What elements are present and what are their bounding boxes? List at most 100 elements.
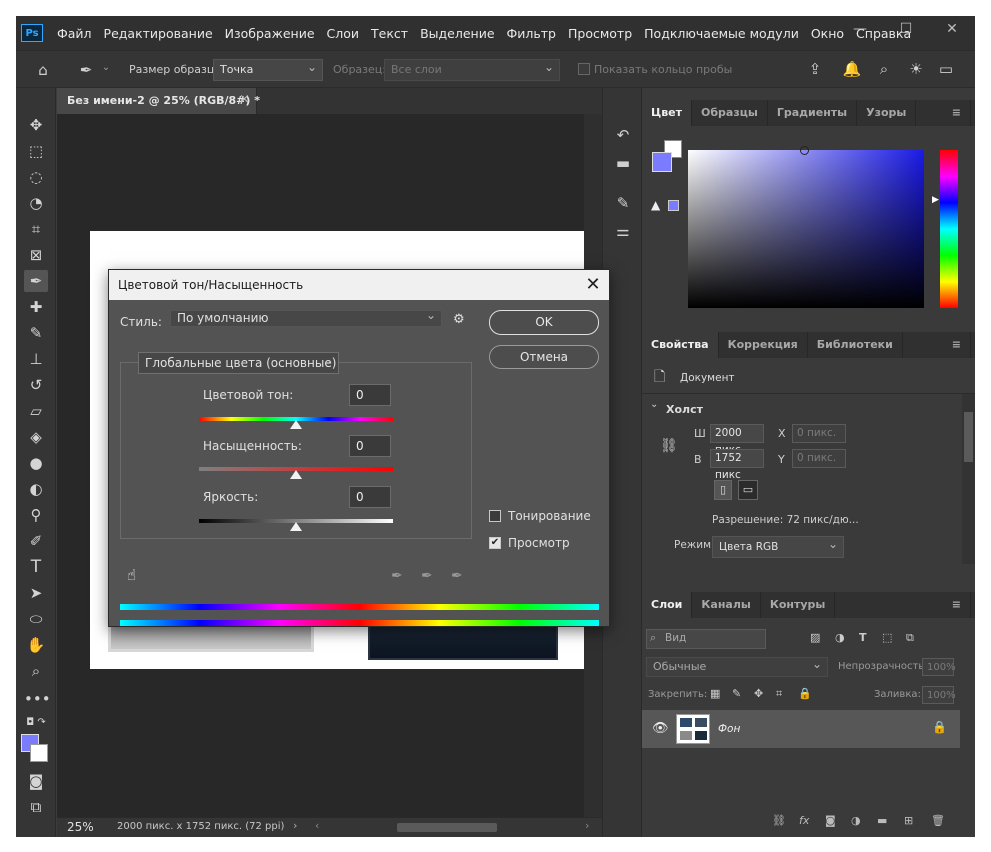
- pen-tool-icon[interactable]: ✐: [24, 530, 48, 552]
- hue-strip[interactable]: [940, 150, 958, 308]
- quick-mask-icon[interactable]: ◙: [24, 770, 48, 792]
- sample-select[interactable]: Все слои: [384, 57, 560, 81]
- eyedropper-minus-icon[interactable]: ✒: [451, 568, 463, 584]
- menu-type[interactable]: Текст: [365, 26, 414, 41]
- eyedropper-tool-preset-icon[interactable]: ✒: [76, 61, 96, 79]
- brush-tool-icon[interactable]: ✎: [24, 322, 48, 344]
- close-window-button[interactable]: ✕: [929, 16, 975, 44]
- layer-visibility-eye-icon[interactable]: 👁: [652, 721, 669, 736]
- comments-panel-icon[interactable]: ▬: [613, 154, 633, 172]
- sample-size-select[interactable]: Точка: [213, 57, 323, 81]
- layer-row[interactable]: 👁 Фон 🔒: [642, 710, 960, 748]
- layer-style-fx-icon[interactable]: fx: [799, 814, 809, 827]
- properties-scrollbar-thumb[interactable]: [964, 412, 973, 462]
- background-color-swatch[interactable]: [30, 744, 48, 762]
- colorize-checkbox[interactable]: [489, 510, 501, 522]
- workspace-icon[interactable]: ▭: [936, 60, 956, 78]
- hue-value-input[interactable]: 0: [349, 384, 391, 406]
- landscape-orientation-icon[interactable]: ▭: [738, 480, 758, 500]
- tab-properties[interactable]: Свойства: [642, 332, 719, 358]
- properties-panel-menu-icon[interactable]: ≡: [943, 332, 971, 358]
- lock-image-icon[interactable]: ✎: [732, 687, 741, 700]
- gamut-color-swatch[interactable]: [668, 200, 679, 211]
- ellipse-tool-icon[interactable]: ⬭: [24, 608, 48, 630]
- preset-select[interactable]: По умолчанию: [170, 308, 442, 327]
- link-layers-icon[interactable]: ⛓: [772, 814, 786, 827]
- blur-tool-icon[interactable]: ●: [24, 452, 48, 474]
- zoom-tool-icon[interactable]: ⌕: [24, 660, 48, 682]
- menu-view[interactable]: Просмотр: [562, 26, 638, 41]
- stamp-tool-icon[interactable]: ⊥: [24, 348, 48, 370]
- brightness-value-input[interactable]: 0: [349, 486, 391, 508]
- share-icon[interactable]: ⇪: [805, 60, 825, 78]
- hue-strip-marker[interactable]: ▶: [932, 195, 939, 205]
- portrait-orientation-icon[interactable]: ▯: [714, 480, 732, 500]
- layer-name[interactable]: Фон: [718, 723, 740, 735]
- menu-plugins[interactable]: Подключаемые модули: [638, 26, 805, 41]
- default-colors-icon[interactable]: ◘ ↷: [24, 712, 48, 734]
- color-field[interactable]: [688, 150, 924, 308]
- more-tools-icon[interactable]: •••: [24, 688, 51, 710]
- eyedropper-icon[interactable]: ✒: [391, 568, 403, 584]
- menu-layers[interactable]: Слои: [321, 26, 366, 41]
- eyedropper-plus-icon[interactable]: ✒: [421, 568, 433, 584]
- layers-scrollbar[interactable]: [962, 618, 975, 818]
- eyedropper-tool-icon[interactable]: ✒: [24, 270, 48, 292]
- chevron-down-icon[interactable]: ⌄: [96, 59, 116, 77]
- healing-brush-tool-icon[interactable]: ✚: [24, 296, 48, 318]
- minimize-button[interactable]: —: [837, 16, 883, 44]
- horizontal-scrollbar-thumb[interactable]: [397, 823, 497, 832]
- color-panel-fg-swatch[interactable]: [652, 152, 672, 172]
- adjustment-layer-icon[interactable]: ◑: [851, 814, 861, 827]
- filter-adjustment-icon[interactable]: ◑: [835, 631, 845, 644]
- layers-panel-menu-icon[interactable]: ≡: [943, 592, 971, 618]
- menu-filter[interactable]: Фильтр: [501, 26, 562, 41]
- saturation-value-input[interactable]: 0: [349, 435, 391, 457]
- layer-filter-select[interactable]: Вид: [646, 629, 766, 649]
- menu-image[interactable]: Изображение: [219, 26, 321, 41]
- preset-options-gear-icon[interactable]: ⚙: [453, 312, 465, 327]
- lock-transparent-icon[interactable]: ▦: [710, 687, 720, 700]
- height-input[interactable]: 1752 пикс: [710, 449, 764, 481]
- tab-libraries[interactable]: Библиотеки: [808, 332, 903, 358]
- type-tool-icon[interactable]: T: [24, 556, 48, 578]
- targeted-adjustment-hand-icon[interactable]: ☝: [127, 566, 136, 584]
- color-mode-select[interactable]: Цвета RGB: [712, 534, 844, 558]
- color-range-select[interactable]: Глобальные цвета (основные): [138, 350, 339, 374]
- lasso-tool-icon[interactable]: ◌: [24, 166, 48, 188]
- filter-type-icon[interactable]: T: [859, 631, 867, 644]
- status-expand-icon[interactable]: ›: [293, 819, 297, 832]
- menu-edit[interactable]: Редактирование: [98, 26, 219, 41]
- tab-swatches[interactable]: Образцы: [692, 100, 768, 126]
- add-mask-icon[interactable]: ◙: [825, 814, 836, 827]
- object-select-tool-icon[interactable]: ◔: [24, 192, 48, 214]
- maximize-button[interactable]: ☐: [883, 16, 929, 44]
- color-panel-menu-icon[interactable]: ≡: [943, 100, 971, 126]
- hue-slider-thumb[interactable]: [290, 420, 302, 429]
- tab-adjustments[interactable]: Коррекция: [719, 332, 808, 358]
- marquee-tool-icon[interactable]: ⬚: [24, 140, 48, 162]
- scroll-left-icon[interactable]: ‹: [315, 819, 319, 832]
- blend-mode-select[interactable]: Обычные: [646, 655, 828, 677]
- link-dimensions-icon[interactable]: ⛓: [660, 438, 678, 454]
- new-layer-icon[interactable]: ⊞: [904, 814, 913, 827]
- search-icon[interactable]: ⌕: [874, 60, 894, 78]
- home-icon[interactable]: ⌂: [33, 61, 53, 79]
- screen-mode-icon[interactable]: ⧉: [24, 796, 48, 818]
- document-tab[interactable]: Без имени-2 @ 25% (RGB/8#) * ×: [57, 88, 260, 114]
- crop-tool-icon[interactable]: ⌗: [24, 218, 48, 240]
- ok-button[interactable]: OK: [489, 310, 599, 335]
- fill-input[interactable]: 100%: [922, 686, 956, 704]
- preview-checkbox[interactable]: ✔: [489, 537, 501, 549]
- saturation-slider-thumb[interactable]: [290, 470, 302, 479]
- color-picker-marker[interactable]: [800, 146, 809, 155]
- x-input[interactable]: 0 пикс.: [792, 424, 846, 443]
- move-tool-icon[interactable]: ✥: [24, 114, 48, 136]
- history-panel-icon[interactable]: ↶: [613, 126, 633, 144]
- eraser-tool-icon[interactable]: ▱: [24, 400, 48, 422]
- dodge-tool-icon[interactable]: ◐: [24, 478, 48, 500]
- tab-color[interactable]: Цвет: [642, 100, 693, 126]
- paint-bucket-tool-icon[interactable]: ◈: [24, 426, 48, 448]
- lock-artboard-icon[interactable]: ⌗: [776, 687, 782, 701]
- opacity-input[interactable]: 100%: [922, 658, 956, 676]
